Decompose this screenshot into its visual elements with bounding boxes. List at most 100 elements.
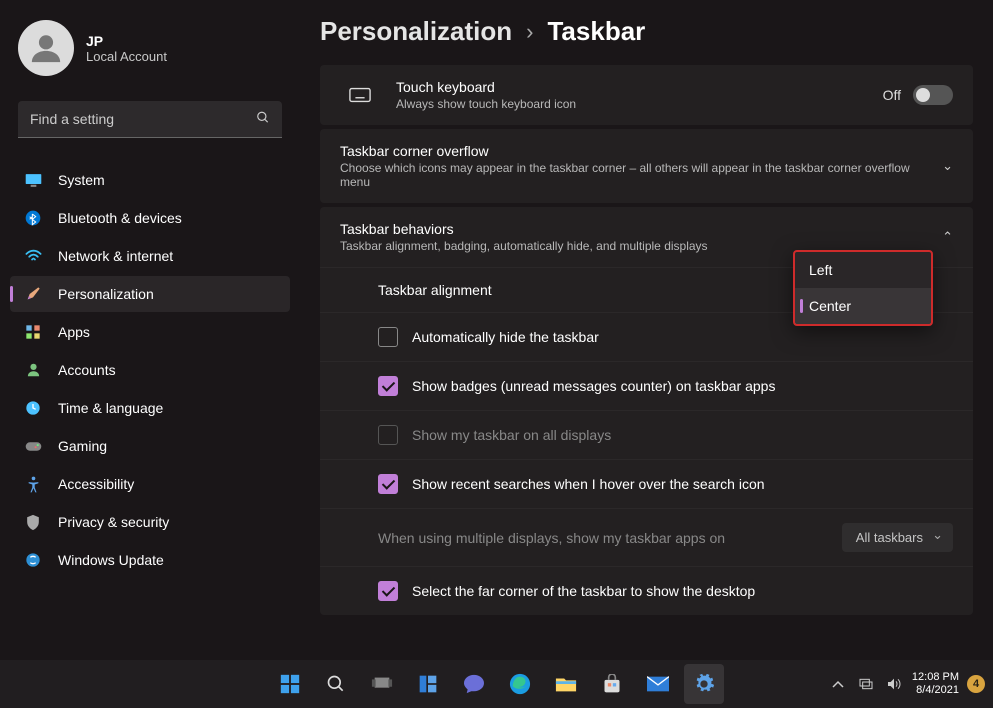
option-label: When using multiple displays, show my ta… [378,530,828,546]
toggle-label: Off [883,87,901,103]
nav-list: System Bluetooth & devices Network & int… [10,162,290,580]
chat-icon[interactable] [454,664,494,704]
nav-label: Personalization [58,286,154,302]
checkbox-checked[interactable] [378,581,398,601]
keyboard-icon [340,87,380,103]
shield-icon [24,513,42,531]
apps-icon [24,323,42,341]
volume-tray-icon[interactable] [884,674,904,694]
taskview-icon[interactable] [362,664,402,704]
switch-off[interactable] [913,85,953,105]
multi-display-select: All taskbars [842,523,953,552]
chevron-up-icon: ⌃ [942,229,953,245]
card-title: Taskbar behaviors [340,221,926,237]
paintbrush-icon [24,285,42,303]
touch-keyboard-card[interactable]: Touch keyboard Always show touch keyboar… [320,65,973,125]
checkbox-disabled [378,425,398,445]
option-label: Automatically hide the taskbar [412,329,953,345]
option-label: Select the far corner of the taskbar to … [412,583,953,599]
nav-gaming[interactable]: Gaming [10,428,290,464]
search-box [18,101,282,138]
profile-type: Local Account [86,49,167,64]
nav-label: Network & internet [58,248,173,264]
search-icon [256,110,270,129]
option-label: Show badges (unread messages counter) on… [412,378,953,394]
chevron-down-icon: ⌄ [942,158,953,174]
store-icon[interactable] [592,664,632,704]
nav-apps[interactable]: Apps [10,314,290,350]
profile-text: JP Local Account [86,33,167,64]
nav-label: Apps [58,324,90,340]
nav-accounts[interactable]: Accounts [10,352,290,388]
search-input[interactable] [18,101,282,138]
nav-accessibility[interactable]: Accessibility [10,466,290,502]
nav-label: Bluetooth & devices [58,210,182,226]
mail-icon[interactable] [638,664,678,704]
nav-label: Windows Update [58,552,164,568]
monitor-icon [24,171,42,189]
all-displays-row: Show my taskbar on all displays [320,410,973,459]
overflow-card[interactable]: Taskbar corner overflow Choose which ico… [320,129,973,203]
avatar [18,20,74,76]
gamepad-icon [24,437,42,455]
wifi-icon [24,247,42,265]
nav-label: Time & language [58,400,163,416]
touch-keyboard-toggle[interactable]: Off [883,85,953,105]
nav-personalization[interactable]: Personalization [10,276,290,312]
nav-privacy[interactable]: Privacy & security [10,504,290,540]
option-label: Show my taskbar on all displays [412,427,953,443]
main-content: Personalization › Taskbar Touch keyboard… [300,0,993,660]
sidebar: JP Local Account System Bluetooth & devi… [0,0,300,660]
update-icon [24,551,42,569]
card-subtitle: Always show touch keyboard icon [396,97,867,111]
multi-display-row: When using multiple displays, show my ta… [320,508,973,566]
alignment-dropdown: Left Center [793,250,933,326]
settings-icon[interactable] [684,664,724,704]
taskbar-search-icon[interactable] [316,664,356,704]
breadcrumb-parent[interactable]: Personalization [320,16,512,47]
chevron-right-icon: › [526,19,533,45]
edge-icon[interactable] [500,664,540,704]
card-title: Touch keyboard [396,79,867,95]
taskbar-time: 12:08 PM [912,671,959,684]
nav-label: Accessibility [58,476,134,492]
taskbar-date: 8/4/2021 [912,684,959,697]
recent-search-row[interactable]: Show recent searches when I hover over t… [320,459,973,508]
checkbox-checked[interactable] [378,474,398,494]
nav-bluetooth[interactable]: Bluetooth & devices [10,200,290,236]
nav-network[interactable]: Network & internet [10,238,290,274]
explorer-icon[interactable] [546,664,586,704]
taskbar-tray: 12:08 PM 8/4/2021 4 [828,671,985,697]
bluetooth-icon [24,209,42,227]
profile-name: JP [86,33,167,49]
clock-icon [24,399,42,417]
taskbar-clock[interactable]: 12:08 PM 8/4/2021 [912,671,959,697]
checkbox-checked[interactable] [378,376,398,396]
breadcrumb: Personalization › Taskbar [320,16,973,47]
page-title: Taskbar [547,16,645,47]
option-label: Show recent searches when I hover over t… [412,476,953,492]
alignment-option-left[interactable]: Left [795,252,931,288]
network-tray-icon[interactable] [856,674,876,694]
notification-badge[interactable]: 4 [967,675,985,693]
taskbar: 12:08 PM 8/4/2021 4 [0,660,993,708]
card-title: Taskbar corner overflow [340,143,926,159]
taskbar-center [270,664,724,704]
nav-label: Gaming [58,438,107,454]
tray-chevron-up-icon[interactable] [828,674,848,694]
badges-row[interactable]: Show badges (unread messages counter) on… [320,361,973,410]
nav-system[interactable]: System [10,162,290,198]
profile-block[interactable]: JP Local Account [10,15,290,101]
checkbox-unchecked[interactable] [378,327,398,347]
nav-update[interactable]: Windows Update [10,542,290,578]
nav-label: System [58,172,105,188]
far-corner-row[interactable]: Select the far corner of the taskbar to … [320,566,973,615]
start-button[interactable] [270,664,310,704]
nav-label: Accounts [58,362,116,378]
widgets-icon[interactable] [408,664,448,704]
accessibility-icon [24,475,42,493]
alignment-option-center[interactable]: Center [795,288,931,324]
nav-time[interactable]: Time & language [10,390,290,426]
person-icon [24,361,42,379]
card-subtitle: Choose which icons may appear in the tas… [340,161,926,189]
